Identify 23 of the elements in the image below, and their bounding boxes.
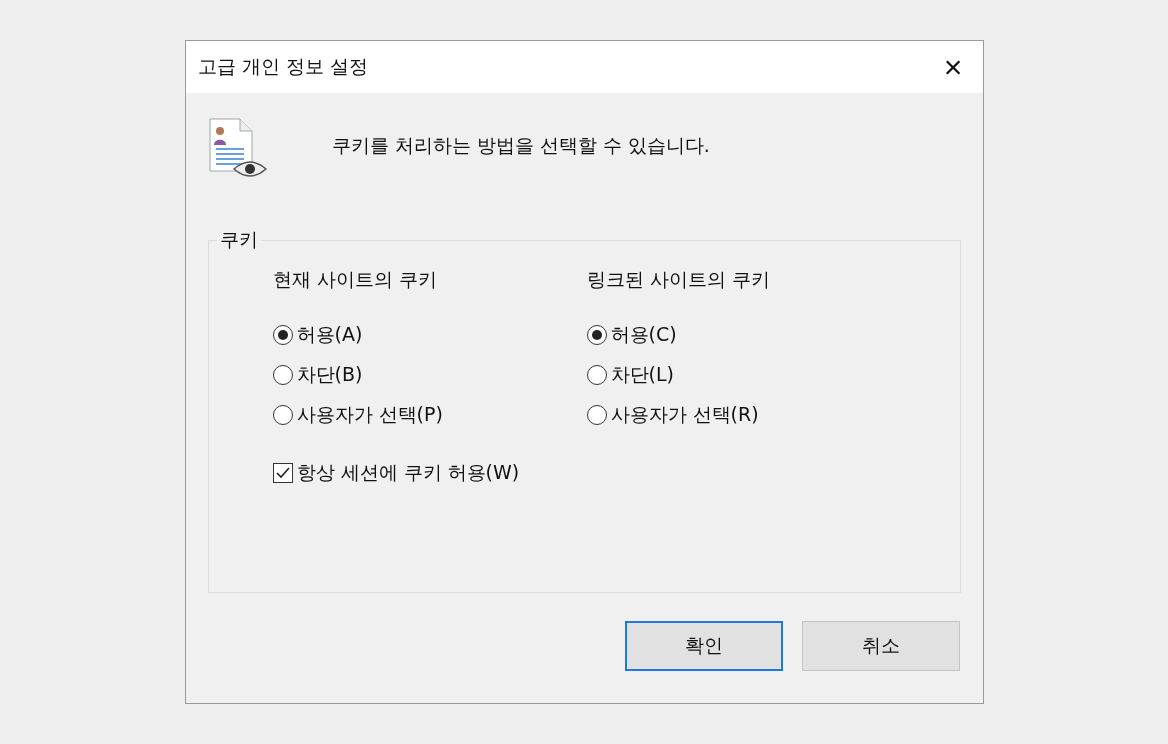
radio-button-icon[interactable]	[272, 325, 293, 345]
description-text: 쿠키를 처리하는 방법을 선택할 수 있습니다.	[331, 133, 710, 158]
radio-option[interactable]: 사용자가 선택(R)	[586, 395, 901, 435]
radio-option[interactable]: 허용(C)	[586, 315, 901, 355]
window-title: 고급 개인 정보 설정	[197, 54, 368, 79]
dialog-button[interactable]: 확인	[624, 621, 783, 671]
column-heading: 현재 사이트의 쿠키	[272, 267, 438, 292]
radio-button-icon[interactable]	[272, 365, 293, 385]
checkbox-option[interactable]: 항상 세션에 쿠키 허용(W)	[272, 453, 960, 493]
group-title: 쿠키	[218, 227, 259, 252]
radio-option[interactable]: 허용(A)	[272, 315, 587, 355]
radio-button-icon[interactable]	[586, 325, 607, 345]
radio-option[interactable]: 차단(B)	[272, 355, 587, 395]
dialog-button[interactable]: 취소	[801, 621, 960, 671]
close-button[interactable]: ×	[939, 51, 967, 83]
column-heading: 링크된 사이트의 쿠키	[586, 267, 771, 292]
checkbox-icon[interactable]	[272, 463, 293, 483]
radio-button-icon[interactable]	[272, 405, 293, 425]
radio-option[interactable]: 사용자가 선택(P)	[272, 395, 587, 435]
document-eye-icon	[207, 117, 268, 179]
radio-button-icon[interactable]	[586, 405, 607, 425]
radio-button-icon[interactable]	[586, 365, 607, 385]
radio-option[interactable]: 차단(L)	[586, 355, 901, 395]
